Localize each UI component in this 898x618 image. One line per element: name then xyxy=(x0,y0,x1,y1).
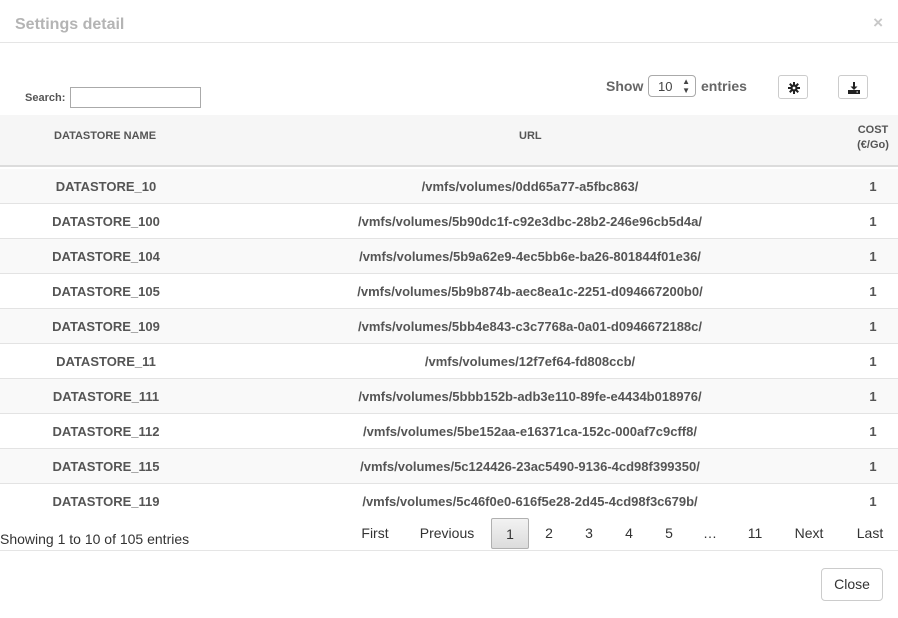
column-header-cost[interactable]: COST (€/Go) xyxy=(848,123,898,153)
datastore-name-cell: DATASTORE_105 xyxy=(52,284,160,299)
datastore-name-cell: DATASTORE_111 xyxy=(52,389,160,404)
url-cell: /vmfs/volumes/12f7ef64-fd808ccb/ xyxy=(424,354,636,369)
cost-cell: 1 xyxy=(869,389,877,404)
cost-cell: 1 xyxy=(869,494,877,509)
show-label: Show xyxy=(606,78,644,94)
column-header-url[interactable]: URL xyxy=(519,130,542,142)
pagination-page-11[interactable]: 11 xyxy=(738,518,772,549)
url-cell: /vmfs/volumes/5bbb152b-adb3e110-89fe-e44… xyxy=(358,389,702,404)
datastore-name-cell: DATASTORE_119 xyxy=(52,494,160,509)
close-button[interactable]: Close xyxy=(821,568,883,601)
table-header: DATASTORE NAME URL COST (€/Go) xyxy=(0,115,898,167)
url-cell: /vmfs/volumes/5be152aa-e16371ca-152c-000… xyxy=(363,424,697,439)
page-size-value: 10 xyxy=(658,79,673,94)
pagination-first[interactable]: First xyxy=(353,518,397,549)
pagination-page-2[interactable]: 2 xyxy=(536,518,562,549)
settings-button[interactable] xyxy=(778,75,808,99)
url-cell: /vmfs/volumes/5c124426-23ac5490-9136-4cd… xyxy=(360,459,700,474)
url-cell: /vmfs/volumes/5b90dc1f-c92e3dbc-28b2-246… xyxy=(358,214,702,229)
cost-header-line2: (€/Go) xyxy=(857,139,889,151)
cost-cell: 1 xyxy=(869,459,877,474)
table-row: DATASTORE_10 /vmfs/volumes/0dd65a77-a5fb… xyxy=(0,169,898,204)
pagination-next[interactable]: Next xyxy=(787,518,831,549)
pagination-ellipsis: … xyxy=(703,525,717,541)
url-cell: /vmfs/volumes/5c46f0e0-616f5e28-2d45-4cd… xyxy=(362,494,698,509)
table-row: DATASTORE_100 /vmfs/volumes/5b90dc1f-c92… xyxy=(0,204,898,239)
pagination-page-3[interactable]: 3 xyxy=(576,518,602,549)
close-icon[interactable]: × xyxy=(873,13,883,33)
select-arrows-icon: ▲ ▼ xyxy=(682,77,690,95)
url-cell: /vmfs/volumes/5b9b874b-aec8ea1c-2251-d09… xyxy=(357,284,703,299)
datastore-name-cell: DATASTORE_11 xyxy=(56,354,156,369)
pagination-last[interactable]: Last xyxy=(848,518,892,549)
pagination-page-4[interactable]: 4 xyxy=(616,518,642,549)
datastore-name-cell: DATASTORE_115 xyxy=(52,459,160,474)
table-body: DATASTORE_10 /vmfs/volumes/0dd65a77-a5fb… xyxy=(0,169,898,519)
cost-cell: 1 xyxy=(869,354,877,369)
pagination-page-5[interactable]: 5 xyxy=(656,518,682,549)
table-row: DATASTORE_11 /vmfs/volumes/12f7ef64-fd80… xyxy=(0,344,898,379)
pagination: First Previous 1 2 3 4 5 … 11 Next Last xyxy=(0,518,898,550)
dialog-header: Settings detail × xyxy=(0,0,898,43)
cost-header-line1: COST xyxy=(857,124,889,136)
datastore-name-cell: DATASTORE_104 xyxy=(52,249,160,264)
download-button[interactable] xyxy=(838,75,868,99)
table-row: DATASTORE_115 /vmfs/volumes/5c124426-23a… xyxy=(0,449,898,484)
table-row: DATASTORE_104 /vmfs/volumes/5b9a62e9-4ec… xyxy=(0,239,898,274)
column-header-datastore-name[interactable]: DATASTORE NAME xyxy=(54,130,156,142)
entries-label: entries xyxy=(701,78,747,94)
cost-cell: 1 xyxy=(869,214,877,229)
table-row: DATASTORE_105 /vmfs/volumes/5b9b874b-aec… xyxy=(0,274,898,309)
url-cell: /vmfs/volumes/5bb4e843-c3c7768a-0a01-d09… xyxy=(357,319,703,334)
datastore-name-cell: DATASTORE_109 xyxy=(52,319,160,334)
cost-cell: 1 xyxy=(869,319,877,334)
table-row: DATASTORE_111 /vmfs/volumes/5bbb152b-adb… xyxy=(0,379,898,414)
url-cell: /vmfs/volumes/5b9a62e9-4ec5bb6e-ba26-801… xyxy=(359,249,701,264)
cost-cell: 1 xyxy=(869,249,877,264)
table-row: DATASTORE_109 /vmfs/volumes/5bb4e843-c3c… xyxy=(0,309,898,344)
search-input[interactable] xyxy=(70,87,201,108)
url-cell: /vmfs/volumes/0dd65a77-a5fbc863/ xyxy=(421,179,639,194)
datastore-name-cell: DATASTORE_10 xyxy=(55,179,157,194)
page-size-select[interactable]: 10 ▲ ▼ xyxy=(648,75,696,97)
search-label: Search: xyxy=(25,92,66,104)
footer-divider xyxy=(0,550,898,551)
table-row: DATASTORE_119 /vmfs/volumes/5c46f0e0-616… xyxy=(0,484,898,519)
cost-cell: 1 xyxy=(869,424,877,439)
gear-icon xyxy=(788,82,800,94)
cost-cell: 1 xyxy=(869,284,877,299)
download-icon xyxy=(848,82,860,94)
dialog-title: Settings detail xyxy=(15,16,125,33)
pagination-page-1[interactable]: 1 xyxy=(491,518,529,549)
cost-cell: 1 xyxy=(869,179,877,194)
settings-detail-dialog: Settings detail × Search: Show 10 ▲ ▼ ent… xyxy=(0,0,898,618)
datastore-name-cell: DATASTORE_100 xyxy=(52,214,160,229)
pagination-previous[interactable]: Previous xyxy=(412,518,482,549)
table-row: DATASTORE_112 /vmfs/volumes/5be152aa-e16… xyxy=(0,414,898,449)
datastore-name-cell: DATASTORE_112 xyxy=(52,424,160,439)
